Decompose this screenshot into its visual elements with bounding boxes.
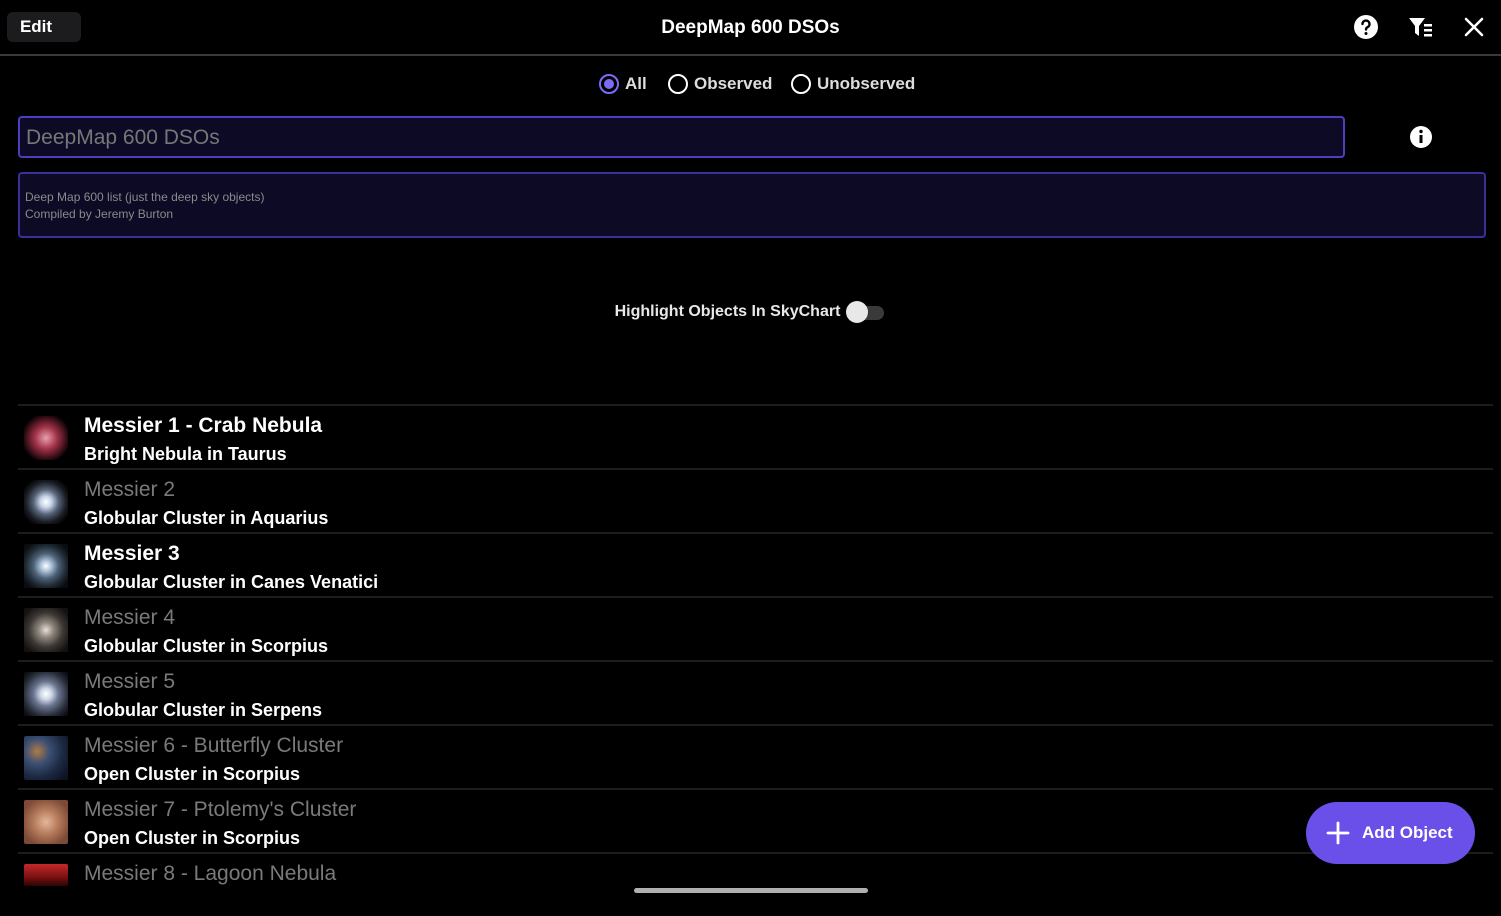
object-type: Globular Cluster in Aquarius <box>84 508 329 528</box>
navigation-handle[interactable] <box>634 888 868 893</box>
object-type: Bright Nebula in Taurus <box>84 444 287 464</box>
highlight-label: Highlight Objects In SkyChart <box>614 303 841 320</box>
radio-indicator <box>668 74 688 94</box>
observation-filter: All Observed Unobserved <box>0 70 1501 98</box>
radio-label: Unobserved <box>817 74 916 93</box>
close-icon[interactable] <box>1461 14 1487 40</box>
page-title: DeepMap 600 DSOs <box>661 17 840 38</box>
object-name: Messier 1 - Crab Nebula <box>84 414 323 437</box>
object-list: Messier 1 - Crab Nebula Bright Nebula in… <box>18 404 1493 916</box>
list-item[interactable]: Messier 3 Globular Cluster in Canes Vena… <box>18 532 1493 596</box>
radio-all[interactable]: All <box>599 70 647 98</box>
object-type: Globular Cluster in Canes Venatici <box>84 572 379 592</box>
info-icon[interactable] <box>1409 125 1433 149</box>
radio-indicator <box>791 74 811 94</box>
description-line: Compiled by Jeremy Burton <box>25 207 174 221</box>
add-object-button[interactable]: Add Object <box>1306 802 1475 864</box>
object-name: Messier 4 <box>84 606 176 629</box>
list-name-field[interactable]: DeepMap 600 DSOs <box>18 116 1345 158</box>
list-item[interactable]: Messier 1 - Crab Nebula Bright Nebula in… <box>18 404 1493 468</box>
description-field[interactable]: Deep Map 600 list (just the deep sky obj… <box>18 172 1486 238</box>
radio-unobserved[interactable]: Unobserved <box>791 70 915 98</box>
list-item[interactable]: Messier 2 Globular Cluster in Aquarius <box>18 468 1493 532</box>
object-name: Messier 2 <box>84 478 176 501</box>
help-icon[interactable] <box>1353 14 1379 40</box>
list-item[interactable]: Messier 8 - Lagoon Nebula <box>18 852 1493 916</box>
cluster-thumbnail <box>24 544 68 588</box>
radio-observed[interactable]: Observed <box>668 70 772 98</box>
object-name: Messier 7 - Ptolemy's Cluster <box>84 798 357 821</box>
highlight-setting: Highlight Objects In SkyChart <box>0 300 1501 324</box>
list-item[interactable]: Messier 6 - Butterfly Cluster Open Clust… <box>18 724 1493 788</box>
object-name: Messier 8 - Lagoon Nebula <box>84 862 337 885</box>
list-item[interactable]: Messier 4 Globular Cluster in Scorpius <box>18 596 1493 660</box>
cluster-thumbnail <box>24 480 68 524</box>
object-name: Messier 6 - Butterfly Cluster <box>84 734 344 757</box>
cluster-thumbnail <box>24 672 68 716</box>
object-type: Globular Cluster in Scorpius <box>84 636 329 656</box>
object-name: Messier 3 <box>84 542 180 565</box>
object-type: Globular Cluster in Serpens <box>84 700 323 720</box>
object-type: Open Cluster in Scorpius <box>84 764 301 784</box>
cluster-thumbnail <box>24 800 68 844</box>
list-item[interactable]: Messier 5 Globular Cluster in Serpens <box>18 660 1493 724</box>
description-line: Deep Map 600 list (just the deep sky obj… <box>25 190 265 204</box>
filter-icon[interactable] <box>1407 14 1433 40</box>
highlight-toggle[interactable] <box>846 301 886 323</box>
nebula-thumbnail <box>24 864 68 886</box>
radio-label: Observed <box>694 74 773 93</box>
list-item[interactable]: Messier 7 - Ptolemy's Cluster Open Clust… <box>18 788 1493 852</box>
radio-indicator <box>599 74 619 94</box>
object-type: Open Cluster in Scorpius <box>84 828 301 848</box>
radio-label: All <box>625 74 647 93</box>
object-name: Messier 5 <box>84 670 176 693</box>
nebula-thumbnail <box>24 416 68 460</box>
top-bar: Edit DeepMap 600 DSOs <box>0 0 1501 56</box>
plus-icon <box>1326 821 1350 845</box>
cluster-thumbnail <box>24 608 68 652</box>
add-object-label: Add Object <box>1362 823 1453 842</box>
cluster-thumbnail <box>24 736 68 780</box>
